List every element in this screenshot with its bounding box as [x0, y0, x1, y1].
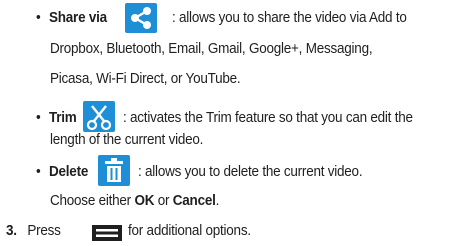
trim-description-1: : activates the Trim feature so that you…	[123, 110, 413, 126]
trim-item-line-1: • Trim	[36, 109, 77, 127]
delete-description-2: Choose either OK or Cancel.	[50, 192, 219, 210]
choose-either-text: Choose either	[50, 193, 131, 209]
menu-icon	[92, 225, 122, 241]
share-icon	[125, 3, 157, 33]
share-description-3: Picasa, Wi-Fi Direct, or YouTube.	[50, 71, 241, 87]
share-description-2: Dropbox, Bluetooth, Email, Gmail, Google…	[50, 41, 373, 57]
press-text: Press	[27, 223, 61, 239]
bullet: •	[36, 164, 41, 180]
share-term: Share via	[49, 10, 107, 26]
step-3-line-end: for additional options.	[128, 223, 251, 239]
step-3-line-start: 3. Press	[6, 222, 61, 240]
or-text: or	[157, 193, 170, 209]
step-number: 3.	[6, 223, 17, 239]
manual-page: • Share via : allows you to share the vid…	[0, 0, 473, 244]
share-description-1: : allows you to share the video via Add …	[172, 10, 407, 26]
trash-icon	[98, 155, 130, 186]
scissors-icon	[83, 101, 115, 132]
delete-term: Delete	[49, 164, 89, 180]
share-item-line-1: • Share via	[36, 9, 107, 27]
delete-description-1: : allows you to delete the current video…	[138, 164, 363, 180]
bullet: •	[36, 110, 41, 126]
period-text: .	[215, 193, 220, 209]
trim-term: Trim	[49, 110, 77, 126]
bullet: •	[36, 10, 41, 26]
cancel-label: Cancel	[172, 193, 216, 209]
trim-description-2: length of the current video.	[50, 132, 204, 148]
ok-label: OK	[134, 193, 155, 209]
delete-item-line-1: • Delete	[36, 163, 88, 181]
